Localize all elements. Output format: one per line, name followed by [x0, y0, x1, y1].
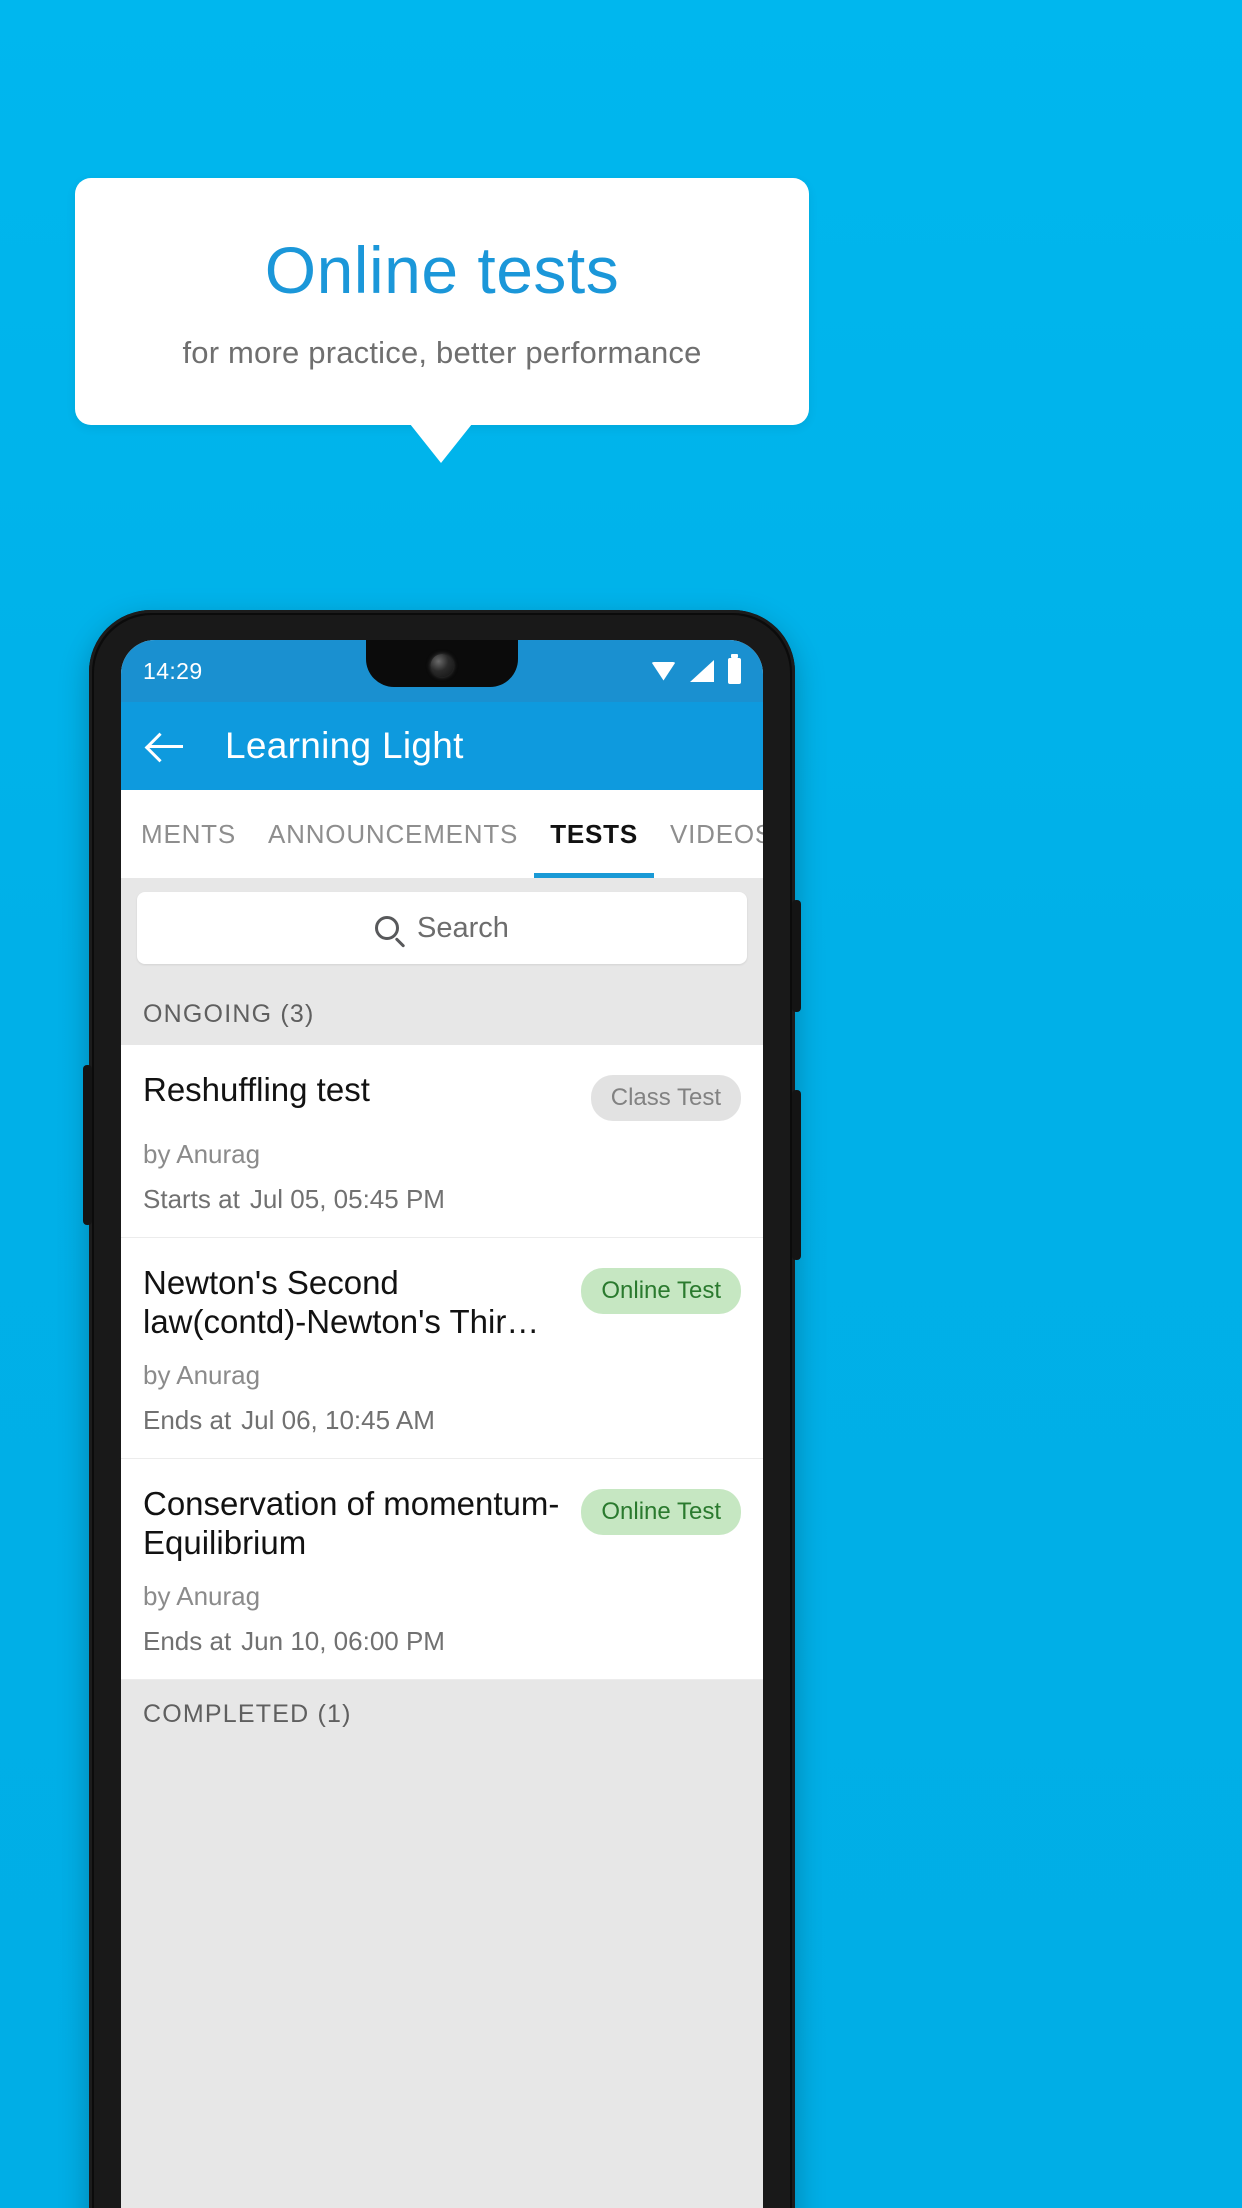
signal-icon [690, 660, 714, 682]
status-icons [651, 654, 741, 684]
app-bar-title: Learning Light [225, 725, 464, 766]
display-notch [366, 640, 518, 687]
wifi-icon [651, 661, 676, 681]
tab-videos[interactable]: VIDEOS [654, 790, 763, 878]
assistant-button[interactable] [83, 1065, 92, 1225]
test-title: Reshuffling test [143, 1071, 370, 1108]
power-button[interactable] [792, 900, 801, 1012]
schedule-label: Ends at [143, 1404, 232, 1435]
phone-mockup: 14:29 Learning Light MENTS ANNOUNCEMENTS [83, 610, 801, 2208]
test-author: by Anurag [143, 1139, 261, 1169]
promo-callout-card: Online tests for more practice, better p… [75, 178, 809, 425]
list-item-top: Reshuffling test Class Test [143, 1071, 741, 1121]
tab-tests[interactable]: TESTS [534, 790, 654, 878]
tab-announcements[interactable]: ANNOUNCEMENTS [252, 790, 534, 878]
test-schedule: Starts at Jul 05, 05:45 PM [143, 1184, 741, 1215]
promo-subtitle: for more practice, better performance [182, 335, 702, 371]
schedule-value: Jul 05, 05:45 PM [249, 1184, 445, 1214]
status-badge: Online Test [581, 1488, 741, 1535]
search-icon [375, 916, 400, 940]
schedule-value: Jun 10, 06:00 PM [241, 1625, 445, 1656]
table-row[interactable]: Conservation of momentum-Equilibrium Onl… [121, 1459, 763, 1680]
tests-content: Search ONGOING (3) Reshuffling test Clas… [121, 878, 763, 2208]
test-schedule: Ends at Jun 10, 06:00 PM [143, 1626, 741, 1657]
list-item-top: Newton's Second law(contd)-Newton's Thir… [143, 1264, 741, 1342]
callout-tail [410, 424, 472, 463]
back-arrow-icon[interactable] [145, 724, 189, 768]
status-bar: 14:29 [121, 640, 763, 702]
section-header-ongoing: ONGOING (3) [121, 980, 763, 1045]
status-badge: Online Test [581, 1268, 741, 1314]
schedule-value: Jul 06, 10:45 AM [241, 1404, 435, 1435]
schedule-label: Starts at [143, 1184, 240, 1214]
section-header-completed: COMPLETED (1) [121, 1679, 763, 1745]
tests-list: Reshuffling test Class Test by Anurag St… [121, 1045, 763, 1680]
test-schedule: Ends at Jul 06, 10:45 AM [143, 1405, 741, 1436]
test-author: by Anurag [143, 1359, 261, 1390]
front-camera-icon [430, 654, 454, 677]
test-title: Newton's Second law(contd)-Newton's Thir… [143, 1264, 540, 1340]
tab-assignments[interactable]: MENTS [121, 790, 252, 878]
schedule-label: Ends at [143, 1625, 232, 1656]
promo-stage: Online tests for more practice, better p… [0, 0, 1242, 2208]
status-badge: Class Test [590, 1075, 741, 1121]
table-row[interactable]: Newton's Second law(contd)-Newton's Thir… [121, 1238, 763, 1459]
promo-title: Online tests [264, 232, 620, 307]
list-item-top: Conservation of momentum-Equilibrium Onl… [143, 1485, 741, 1563]
tab-bar: MENTS ANNOUNCEMENTS TESTS VIDEOS [121, 790, 763, 878]
app-bar: Learning Light [121, 702, 763, 790]
search-placeholder: Search [417, 911, 509, 944]
test-title: Conservation of momentum-Equilibrium [143, 1484, 560, 1561]
phone-screen: 14:29 Learning Light MENTS ANNOUNCEMENTS [121, 640, 763, 2208]
status-clock: 14:29 [143, 657, 203, 684]
table-row[interactable]: Reshuffling test Class Test by Anurag St… [121, 1045, 763, 1238]
volume-button[interactable] [792, 1090, 801, 1260]
search-input[interactable]: Search [137, 892, 747, 964]
search-area: Search [121, 878, 763, 980]
test-author: by Anurag [143, 1580, 261, 1611]
battery-icon [728, 654, 741, 684]
